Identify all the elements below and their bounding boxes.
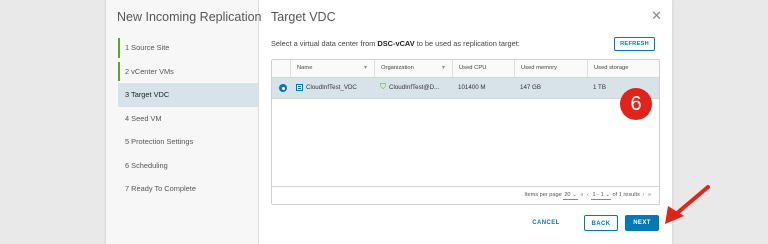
arrow-annotation-icon <box>665 185 710 224</box>
